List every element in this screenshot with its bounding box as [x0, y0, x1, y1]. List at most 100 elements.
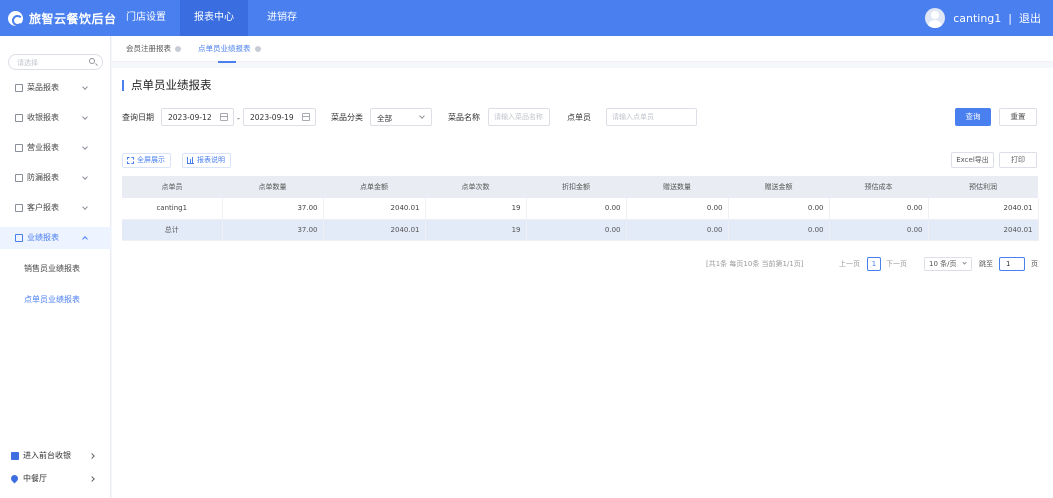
- enter-cashier-link[interactable]: 进入前台收银: [0, 447, 111, 465]
- active-tab-indicator: [218, 61, 236, 63]
- date-start-field[interactable]: 2023-09-12: [161, 108, 234, 126]
- report-description-button[interactable]: 报表说明: [182, 153, 231, 168]
- column-header[interactable]: 点单次数: [425, 176, 526, 198]
- brand[interactable]: 旅智云餐饮后台: [8, 0, 117, 36]
- sidebar-item-label: 客户报表: [27, 203, 59, 212]
- topnav-store-settings[interactable]: 门店设置: [112, 0, 180, 36]
- page-size-select[interactable]: 10 条/页: [924, 257, 972, 271]
- user-area: canting1 | 退出: [925, 0, 1041, 36]
- column-header[interactable]: 预估成本: [829, 176, 928, 198]
- sidebar-item-leak-report[interactable]: 防漏报表: [0, 167, 111, 189]
- excel-export-button[interactable]: Excel导出: [951, 152, 994, 168]
- next-page-button[interactable]: 下一页: [886, 257, 907, 271]
- fullscreen-label: 全屏展示: [137, 156, 165, 164]
- table-header-row: 点单员 点单数量 点单金额 点单次数 折扣金额 赠送数量 赠送金额 预估成本 预…: [122, 176, 1038, 198]
- user-name[interactable]: canting1: [953, 12, 1001, 25]
- sidebar-item-business-report[interactable]: 营业报表: [0, 137, 111, 159]
- clerk-field[interactable]: [606, 108, 697, 126]
- sidebar-item-performance-report[interactable]: 业绩报表: [0, 227, 111, 249]
- date-end-value: 2023-09-19: [250, 113, 294, 122]
- sidebar-item-label: 营业报表: [27, 143, 59, 152]
- fullscreen-button[interactable]: 全屏展示: [122, 153, 171, 168]
- performance-report-icon: [15, 234, 23, 242]
- table-cell: 2040.01: [928, 219, 1039, 241]
- topnav-inventory[interactable]: 进销存: [248, 0, 316, 36]
- sidebar-item-label: 业绩报表: [27, 233, 59, 242]
- column-header[interactable]: 赠送金额: [728, 176, 829, 198]
- column-header[interactable]: 预估利润: [928, 176, 1038, 198]
- store-switch-link[interactable]: 中餐厅: [0, 470, 111, 488]
- column-header[interactable]: 点单金额: [323, 176, 425, 198]
- sidebar-item-dish-report[interactable]: 菜品报表: [0, 77, 111, 99]
- date-end-field[interactable]: 2023-09-19: [243, 108, 316, 126]
- chevron-down-icon: [82, 84, 88, 90]
- table-cell: 2040.01: [928, 198, 1039, 220]
- reset-button[interactable]: 重置: [999, 108, 1037, 126]
- table-cell: canting1: [122, 198, 223, 220]
- logout-link[interactable]: 退出: [1019, 10, 1041, 26]
- chevron-up-icon: [82, 236, 88, 242]
- query-button[interactable]: 查询: [955, 108, 991, 126]
- customer-report-icon: [15, 204, 23, 212]
- sidebar-subitem-sales-performance[interactable]: 销售员业绩报表: [0, 258, 111, 280]
- table-total-row: 总计 37.00 2040.01 19 0.00 0.00 0.00 0.00 …: [122, 219, 1039, 241]
- date-range-separator: -: [237, 114, 240, 123]
- leak-report-icon: [15, 174, 23, 182]
- report-description-label: 报表说明: [197, 156, 225, 164]
- dish-name-field[interactable]: [488, 108, 550, 126]
- business-report-icon: [15, 144, 23, 152]
- table-row[interactable]: canting1 37.00 2040.01 19 0.00 0.00 0.00…: [122, 198, 1039, 220]
- topnav-report-center[interactable]: 报表中心: [180, 0, 248, 36]
- calendar-icon: [302, 113, 310, 121]
- sidebar-subitem-order-clerk-performance[interactable]: 点单员业绩报表: [0, 289, 111, 311]
- tab-member-registration-report[interactable]: 会员注册报表: [126, 36, 181, 62]
- brand-logo-icon: [8, 10, 23, 26]
- dish-report-icon: [15, 84, 23, 92]
- search-icon[interactable]: [89, 58, 95, 64]
- column-header[interactable]: 赠送数量: [626, 176, 728, 198]
- close-icon[interactable]: [175, 46, 181, 52]
- tab-order-clerk-performance-report[interactable]: 点单员业绩报表: [198, 36, 261, 62]
- column-header[interactable]: 折扣金额: [526, 176, 626, 198]
- report-table: 点单员 点单数量 点单金额 点单次数 折扣金额 赠送数量 赠送金额 预估成本 预…: [122, 176, 1039, 241]
- clerk-input[interactable]: [607, 109, 696, 125]
- category-select[interactable]: 全部: [370, 108, 432, 126]
- table-cell: 0.00: [829, 219, 929, 241]
- sidebar-search-input[interactable]: [17, 57, 87, 68]
- chevron-down-icon: [82, 204, 88, 210]
- avatar-icon[interactable]: [925, 8, 946, 28]
- table-cell: 0.00: [728, 198, 830, 220]
- sidebar-item-cashier-report[interactable]: 收银报表: [0, 107, 111, 129]
- column-header[interactable]: 点单数量: [222, 176, 323, 198]
- table-cell: 0.00: [526, 198, 627, 220]
- date-start-value: 2023-09-12: [168, 113, 212, 122]
- tab-label: 点单员业绩报表: [198, 44, 251, 53]
- table-cell: 37.00: [222, 198, 324, 220]
- print-button[interactable]: 打印: [999, 152, 1037, 168]
- close-icon[interactable]: [254, 46, 261, 52]
- column-header[interactable]: 点单员: [122, 176, 222, 198]
- sidebar-item-label: 防漏报表: [27, 173, 59, 182]
- store-name-label: 中餐厅: [23, 474, 47, 483]
- page-size-value: 10 条/页: [929, 260, 957, 268]
- clerk-label: 点单员: [567, 113, 591, 122]
- current-page-button[interactable]: 1: [867, 257, 881, 271]
- sidebar-item-customer-report[interactable]: 客户报表: [0, 197, 111, 219]
- chevron-down-icon: [82, 144, 88, 150]
- table-cell: 19: [425, 219, 527, 241]
- page-suffix: 页: [1031, 260, 1038, 268]
- location-pin-icon: [9, 473, 20, 484]
- sidebar-search[interactable]: [8, 54, 103, 70]
- jump-page-input[interactable]: 1: [999, 257, 1025, 271]
- category-value: 全部: [377, 114, 392, 123]
- page-title: 点单员业绩报表: [122, 79, 212, 91]
- prev-page-button[interactable]: 上一页: [839, 257, 860, 271]
- chevron-down-icon: [82, 174, 88, 180]
- bar-chart-icon: [187, 157, 194, 164]
- date-label: 查询日期: [122, 113, 154, 122]
- sidebar: 菜品报表 收银报表 营业报表 防漏报表 客户报表 业绩报表 销售员业绩报表 点单…: [0, 36, 111, 498]
- table-cell: 0.00: [526, 219, 627, 241]
- chevron-right-icon: [89, 453, 95, 459]
- sidebar-item-label: 菜品报表: [27, 83, 59, 92]
- dish-name-input[interactable]: [489, 109, 549, 125]
